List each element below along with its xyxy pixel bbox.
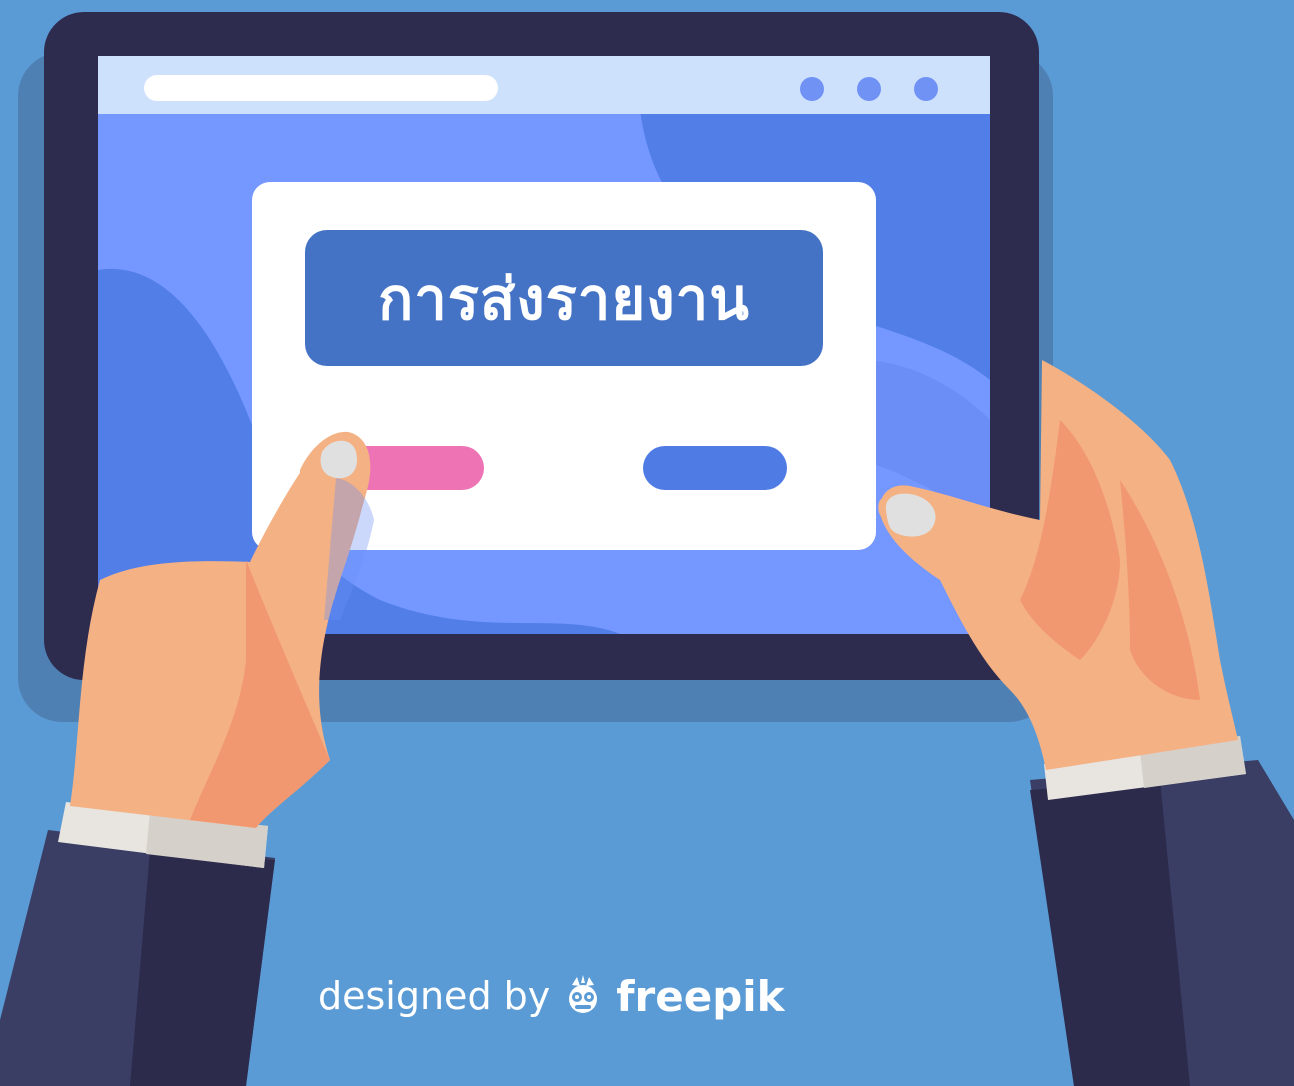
window-dot-3[interactable] [914,77,938,101]
credit-line: designed by freepik [318,966,785,1026]
illustration-scene: การส่งรายงาน designed by freepik [0,0,1294,1086]
cancel-button[interactable] [342,446,484,490]
confirm-button[interactable] [643,446,787,490]
tablet-hands-illustration [0,12,1294,1086]
freepik-logo-icon [569,975,598,1013]
address-bar[interactable] [144,75,498,101]
window-dot-1[interactable] [800,77,824,101]
report-title-badge: การส่งรายงาน [305,230,823,366]
credit-brand: freepik [616,971,785,1021]
credit-prefix: designed by [318,974,551,1018]
window-dot-2[interactable] [857,77,881,101]
